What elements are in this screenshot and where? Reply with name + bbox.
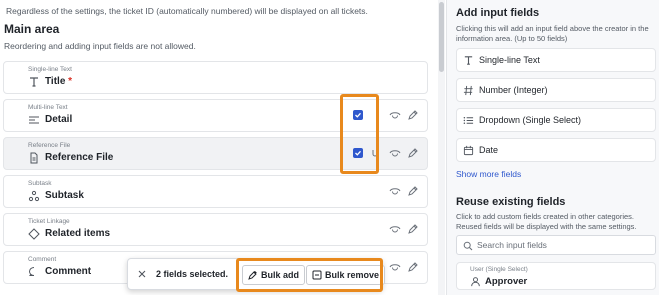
add-field-date[interactable]: Date [456, 138, 656, 162]
row-actions [389, 185, 419, 197]
bulk-add-icon [248, 270, 258, 280]
comment-icon [28, 266, 40, 278]
search-input[interactable] [477, 238, 652, 252]
row-actions [389, 261, 419, 273]
eye-icon[interactable] [389, 261, 401, 273]
add-field-number[interactable]: Number (Integer) [456, 78, 656, 102]
bulk-remove-label: Bulk remove [325, 270, 380, 280]
main-scrollbar-thumb[interactable] [439, 2, 444, 72]
bulk-remove-icon [312, 270, 322, 280]
sidebar-title: Add input fields [456, 7, 540, 19]
eye-icon[interactable] [389, 185, 401, 197]
field-name-text: Title [45, 76, 66, 87]
calendar-icon [463, 145, 474, 156]
field-type-label: Single-line Text [28, 66, 72, 73]
user-icon [470, 276, 481, 287]
add-field-single-line-text[interactable]: Single-line Text [456, 48, 656, 72]
field-type-label: Ticket Linkage [28, 218, 70, 225]
bulk-action-bar: 2 fields selected. Bulk add Bulk remove [127, 258, 386, 290]
edit-pencil-icon[interactable] [407, 147, 419, 159]
list-icon [463, 115, 474, 126]
search-field-box [456, 235, 656, 255]
field-name: Reference File [45, 152, 114, 163]
sidebar-description: Clicking this will add an input field ab… [456, 24, 649, 43]
reuse-description: Click to add custom fields created in ot… [456, 212, 637, 231]
subtask-icon [28, 190, 40, 202]
close-icon[interactable] [137, 269, 147, 279]
add-field-label: Date [479, 145, 499, 155]
field-name: Subtask [45, 190, 84, 201]
checkbox-highlight-frame [340, 94, 379, 174]
edit-pencil-icon[interactable] [407, 109, 419, 121]
field-type-label: Multi-line Text [28, 104, 68, 111]
add-field-label: Number (Integer) [479, 85, 548, 95]
hash-icon [463, 85, 474, 96]
field-card-related-items[interactable]: Ticket Linkage Related items [3, 213, 428, 246]
field-type-label: Reference File [28, 142, 71, 149]
add-fields-sidebar: Add input fields Clicking this will add … [446, 0, 659, 295]
main-area-panel: Regardless of the settings, the ticket I… [0, 0, 436, 295]
reuse-field-approver[interactable]: User (Single Select) Approver [456, 262, 656, 290]
field-type-label: Subtask [28, 180, 52, 187]
section-title: Main area [4, 22, 60, 36]
eye-icon[interactable] [389, 109, 401, 121]
text-t-icon [28, 76, 40, 88]
add-field-label: Dropdown (Single Select) [479, 115, 582, 125]
row-actions [389, 223, 419, 235]
add-field-dropdown[interactable]: Dropdown (Single Select) [456, 108, 656, 132]
eye-icon[interactable] [389, 147, 401, 159]
field-name: Title * [45, 76, 72, 87]
field-card-subtask[interactable]: Subtask Subtask [3, 175, 428, 208]
bulk-add-label: Bulk add [261, 270, 300, 280]
reuse-title: Reuse existing fields [456, 196, 566, 208]
field-name: Detail [45, 114, 73, 125]
row-actions [389, 109, 419, 121]
field-name: Comment [45, 266, 92, 277]
file-icon [28, 152, 40, 164]
show-more-fields-link[interactable]: Show more fields [456, 169, 521, 179]
ticket-id-note: Regardless of the settings, the ticket I… [6, 6, 368, 16]
text-t-icon [463, 55, 474, 66]
edit-pencil-icon[interactable] [407, 223, 419, 235]
eye-icon[interactable] [389, 223, 401, 235]
required-mark: * [68, 76, 73, 87]
edit-pencil-icon[interactable] [407, 261, 419, 273]
selected-count: 2 fields selected. [156, 269, 229, 279]
add-field-label: Single-line Text [479, 55, 540, 65]
link-tag-icon [28, 228, 40, 240]
field-name: Related items [45, 228, 111, 239]
field-card-title[interactable]: Single-line Text Title * [3, 61, 428, 94]
reuse-field-name: Approver [485, 276, 528, 287]
reuse-field-type: User (Single Select) [470, 266, 528, 273]
multiline-icon [28, 114, 40, 126]
search-icon [463, 241, 473, 251]
field-type-label: Comment [28, 256, 57, 263]
section-subtitle: Reordering and adding input fields are n… [4, 41, 196, 51]
edit-pencil-icon[interactable] [407, 185, 419, 197]
bulk-add-button[interactable]: Bulk add [242, 265, 306, 285]
bulk-remove-button[interactable]: Bulk remove [306, 265, 386, 285]
